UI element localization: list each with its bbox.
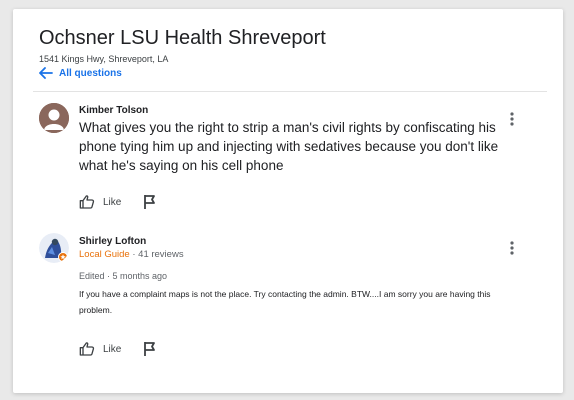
- answer-like-button[interactable]: Like: [79, 341, 121, 357]
- review-count[interactable]: 41 reviews: [138, 249, 183, 260]
- separator: ·: [129, 249, 139, 260]
- qa-dialog: Ochsner LSU Health Shreveport 1541 Kings…: [13, 9, 563, 393]
- arrow-left-icon: [39, 67, 53, 79]
- flag-icon: [144, 342, 156, 356]
- header-divider: [33, 91, 547, 92]
- answer-text: If you have a complaint maps is not the …: [79, 289, 491, 315]
- thumb-up-icon: [79, 342, 95, 356]
- question-like-button[interactable]: Like: [79, 194, 121, 210]
- question-report-button[interactable]: [143, 194, 157, 210]
- local-guide-badge: Local Guide: [79, 249, 130, 260]
- answer-edited-time: Edited · 5 months ago: [79, 271, 168, 281]
- question-actions: Like: [79, 192, 157, 212]
- like-label: Like: [103, 196, 122, 208]
- more-vert-icon: [510, 241, 514, 255]
- profile-photo-icon: [39, 233, 69, 263]
- person-avatar-icon: [39, 103, 69, 133]
- like-label: Like: [103, 343, 122, 355]
- place-address: 1541 Kings Hwy, Shreveport, LA: [39, 54, 169, 64]
- answer-more-button[interactable]: [504, 238, 520, 258]
- answer-author[interactable]: Shirley Lofton: [79, 236, 146, 247]
- avatar[interactable]: [39, 233, 69, 263]
- thumb-up-icon: [79, 195, 95, 209]
- flag-icon: [144, 195, 156, 209]
- question-text: What gives you the right to strip a man'…: [79, 120, 499, 173]
- answer-actions: Like: [79, 339, 157, 359]
- more-vert-icon: [510, 112, 514, 126]
- place-title: Ochsner LSU Health Shreveport: [39, 27, 326, 49]
- avatar[interactable]: [39, 103, 69, 133]
- question-author[interactable]: Kimber Tolson: [79, 105, 148, 116]
- all-questions-link[interactable]: All questions: [39, 65, 122, 81]
- local-guide-info: Local Guide · 41 reviews: [79, 249, 184, 260]
- question-more-button[interactable]: [504, 109, 520, 129]
- all-questions-label: All questions: [59, 67, 122, 79]
- answer-report-button[interactable]: [143, 341, 157, 357]
